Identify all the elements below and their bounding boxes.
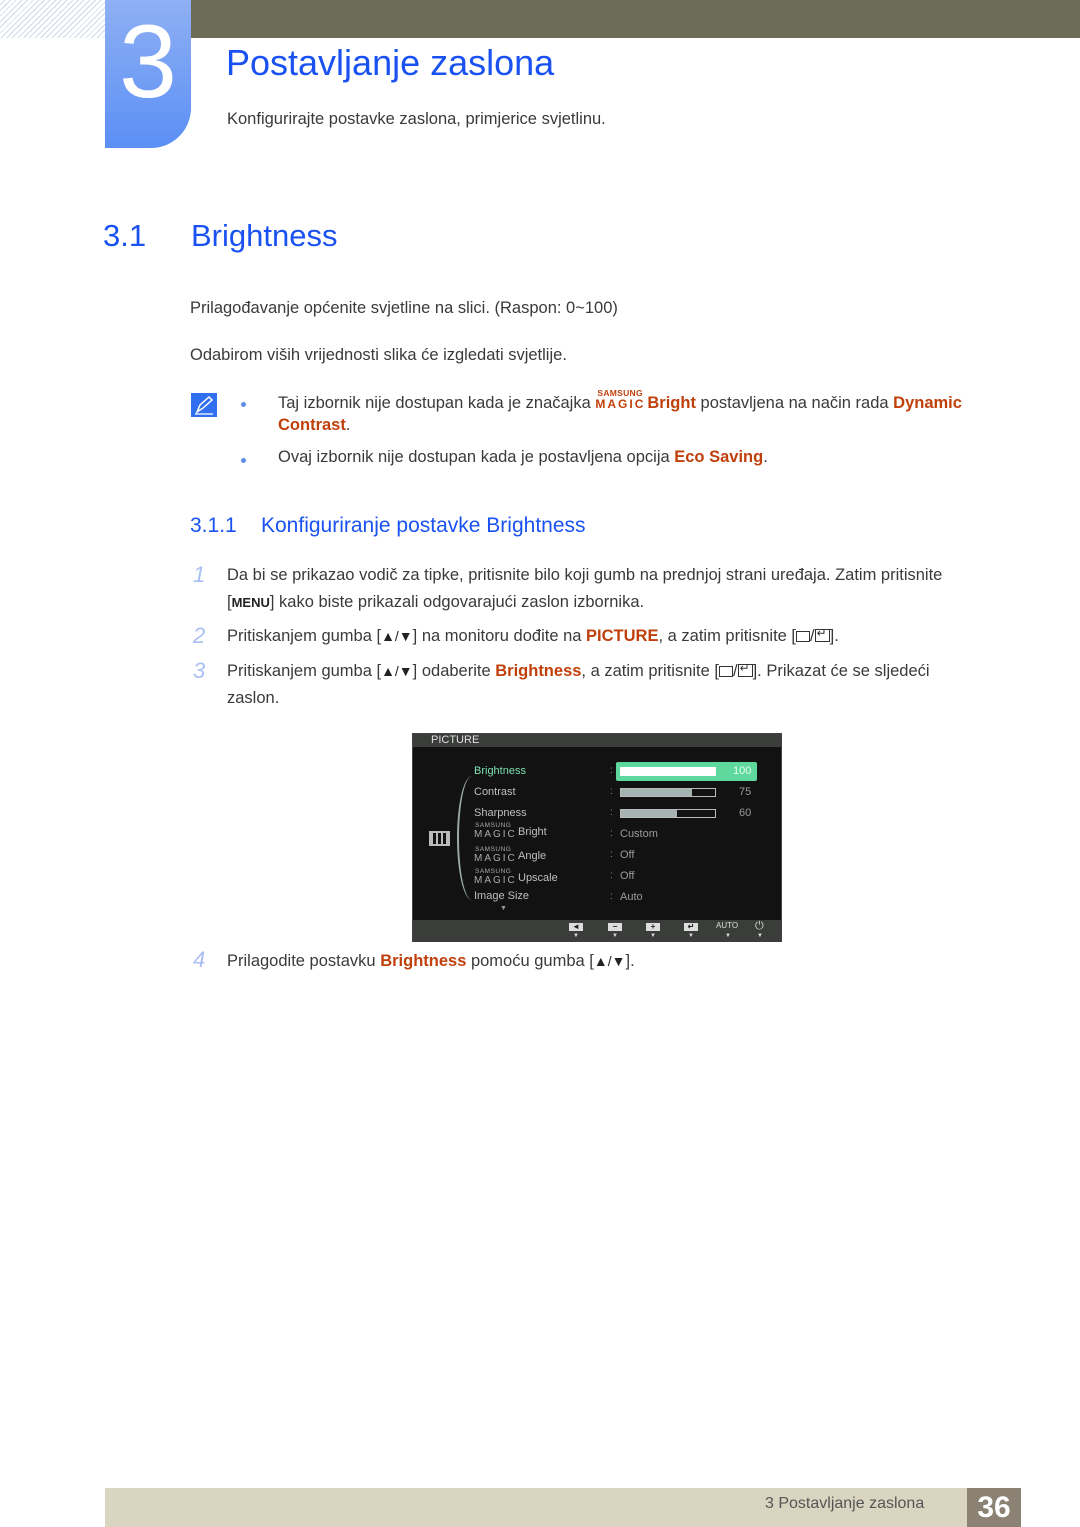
step-3-line-2: zaslon.	[227, 689, 280, 707]
minus-button-icon: −	[608, 923, 622, 931]
magic-bright-value: Custom	[620, 828, 658, 840]
contrast-bar-fill	[621, 789, 692, 796]
osd-title: PICTURE	[431, 734, 480, 746]
brightness-value: 100	[733, 765, 752, 777]
section-number: 3.1	[103, 218, 147, 253]
note-1-line-1: Taj izbornik nije dostupan kada je znača…	[278, 388, 962, 412]
chapter-number: 3	[119, 4, 177, 120]
source-icon	[718, 666, 733, 677]
note-2: Ovaj izbornik nije dostupan kada je post…	[278, 448, 768, 466]
down-arrow-icon: ▼	[573, 933, 579, 939]
menu-target: PICTURE	[586, 627, 659, 645]
feature-name: Bright	[647, 394, 696, 412]
contrast-value: 75	[739, 786, 752, 798]
note-1-text: Taj izbornik nije dostupan kada je znača…	[278, 394, 596, 412]
samsung-magic-logo: SAMSUNG MAGIC	[474, 822, 517, 840]
down-arrow-icon: ▼	[612, 933, 618, 939]
contrast-bar	[620, 788, 716, 797]
up-down-arrow-icon: ▲/▼	[593, 953, 626, 969]
menu-target: Brightness	[495, 662, 582, 680]
source-icon	[796, 631, 811, 642]
scroll-down-icon: ▼	[500, 905, 507, 912]
step-4-number: 4	[193, 947, 206, 972]
enter-icon	[737, 661, 753, 677]
osd-row-magic-angle: Angle	[518, 850, 547, 862]
bullet-icon	[241, 458, 246, 463]
enter-icon	[814, 626, 830, 642]
subsection-title: Konfiguriranje postavke Brightness	[261, 514, 586, 537]
samsung-magic-logo: SAMSUNG MAGIC	[474, 846, 517, 864]
osd-button-guide: ◄ − + ↵ AUTO ⏻ ▼ ▼ ▼ ▼ ▼ ▼	[413, 920, 781, 942]
up-down-arrow-icon: ▲/▼	[381, 663, 413, 679]
sharpness-value: 60	[739, 807, 752, 819]
section-paragraph-range: Prilagođavanje općenite svjetline na sli…	[190, 299, 618, 317]
osd-row-image-size: Image Size	[474, 890, 530, 902]
magic-upscale-value: Off	[620, 870, 635, 882]
brightness-bar-fill	[621, 768, 715, 775]
osd-row-sharpness: Sharpness	[474, 807, 527, 819]
sharpness-bar-fill	[621, 810, 678, 817]
note-pencil-icon	[191, 393, 217, 417]
down-arrow-icon: ▼	[688, 933, 694, 939]
step-2-line: Pritiskanjem gumba [▲/▼] na monitoru dođ…	[227, 626, 839, 646]
up-down-arrow-icon: ▲/▼	[381, 628, 413, 644]
page-number: 36	[967, 1488, 1021, 1527]
step-1-number: 1	[193, 562, 206, 587]
osd-row-magic-upscale: Upscale	[518, 872, 558, 884]
osd-row-contrast: Contrast	[474, 786, 516, 798]
osd-menu-screenshot: PICTURE Brightness : 100 Contrast : 75 S…	[412, 733, 782, 942]
down-arrow-icon: ▼	[757, 933, 763, 939]
option-name: Eco Saving	[674, 448, 764, 466]
enter-button-icon: ↵	[684, 923, 698, 931]
section-paragraph-effect: Odabirom viših vrijednosti slika će izgl…	[190, 346, 567, 364]
header-hatch-decoration	[0, 0, 105, 38]
plus-button-icon: +	[646, 923, 660, 931]
auto-button-label: AUTO	[716, 921, 739, 930]
osd-row-magic-bright: Bright	[518, 826, 547, 838]
note-1-line-2: Contrast.	[278, 416, 351, 434]
chapter-title: Postavljanje zaslona	[226, 42, 555, 83]
image-size-value: Auto	[620, 891, 643, 903]
down-arrow-icon: ▼	[725, 933, 731, 939]
picture-menu-icon	[429, 831, 450, 846]
magic-angle-value: Off	[620, 849, 635, 861]
brightness-bar	[620, 767, 716, 776]
menu-key: MENU	[231, 595, 270, 610]
samsung-magic-logo: SAMSUNG MAGIC	[474, 868, 517, 886]
power-button-icon: ⏻	[755, 920, 764, 932]
step-3-line-1: Pritiskanjem gumba [▲/▼] odaberite Brigh…	[227, 661, 930, 681]
step-3-number: 3	[193, 658, 206, 683]
samsung-magic-logo: SAMSUNG MAGIC	[595, 388, 646, 411]
section-title: Brightness	[191, 218, 338, 253]
step-1-line-1: Da bi se prikazao vodič za tipke, pritis…	[227, 566, 943, 584]
osd-row-brightness: Brightness	[474, 765, 526, 777]
step-4-line: Prilagodite postavku Brightness pomoću g…	[227, 952, 635, 970]
mode-name-part2: Contrast	[278, 416, 346, 434]
down-arrow-icon: ▼	[650, 933, 656, 939]
chapter-subtitle: Konfigurirajte postavke zaslona, primjer…	[227, 110, 606, 128]
bullet-icon	[241, 402, 246, 407]
step-2-number: 2	[193, 623, 206, 648]
left-button-icon: ◄	[569, 923, 583, 931]
step-1-line-2: [MENU] kako biste prikazali odgovarajući…	[227, 593, 645, 611]
subsection-number: 3.1.1	[190, 514, 237, 537]
mode-name-part1: Dynamic	[893, 394, 962, 412]
header-bar	[190, 0, 1080, 38]
sharpness-bar	[620, 809, 716, 818]
menu-target: Brightness	[380, 952, 467, 970]
footer-chapter-label: 3 Postavljanje zaslona	[765, 1495, 925, 1512]
